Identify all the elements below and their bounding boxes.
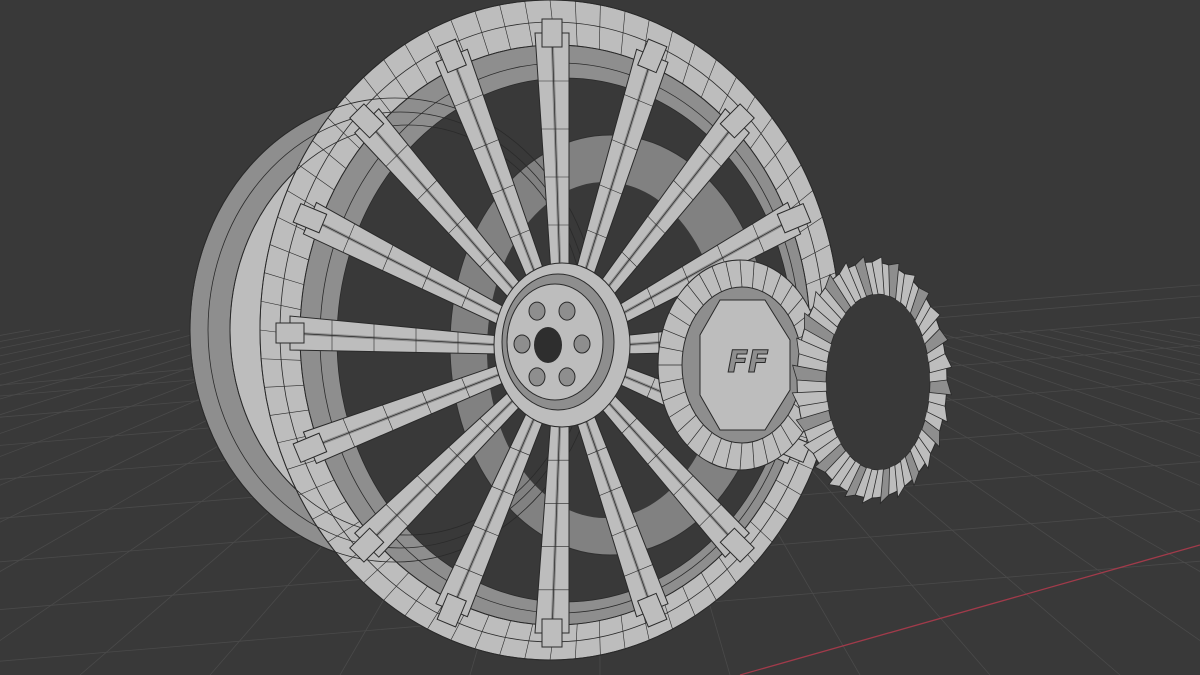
viewport-canvas[interactable]: FF [0,0,1200,675]
brake-rotor-model[interactable] [791,255,953,505]
wheel-rim-model[interactable]: FF [189,0,953,661]
lug-hole [528,367,546,387]
lug-hole [573,334,591,354]
3d-viewport[interactable]: FF [0,0,1200,675]
lug-hole [513,334,531,354]
hub-bore [534,327,562,363]
lug-hole [558,301,576,321]
hub-group [493,262,631,428]
rotor-hole [826,294,930,470]
x-axis-line [739,544,1200,675]
lug-hole [558,367,576,387]
cap-emblem-logo: FF [728,345,769,380]
lug-hole [528,301,546,321]
